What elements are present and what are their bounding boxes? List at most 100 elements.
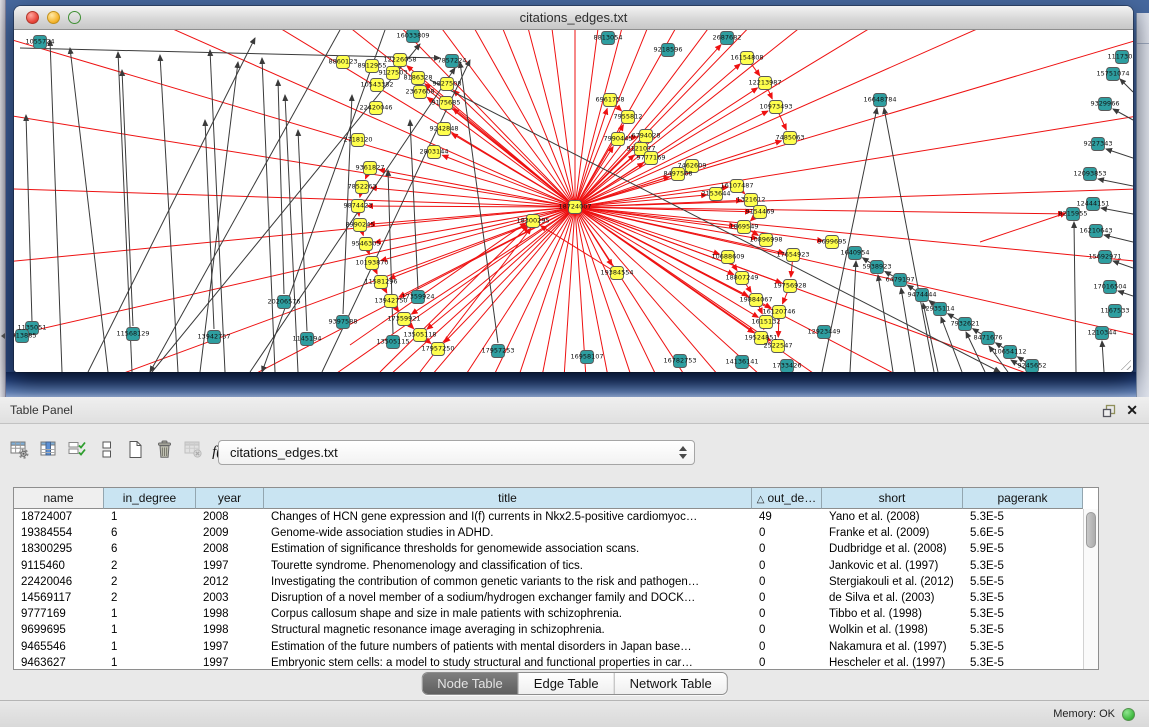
cell-pagerank: 5.3E-5 (963, 590, 1083, 606)
graph-node-label: 1135051 (18, 324, 47, 332)
graph-edge (70, 48, 108, 372)
row-height-button[interactable] (95, 441, 118, 464)
network-window[interactable]: citations_edges.txt 10557241603380978572… (14, 6, 1133, 372)
window-titlebar[interactable]: citations_edges.txt (14, 6, 1133, 30)
graph-node-label: 9242848 (430, 125, 459, 133)
cell-out_degree: 49 (752, 509, 822, 525)
cell-short: Tibbo et al. (1998) (822, 606, 963, 622)
citation-network-graph[interactable]: 1055724160338097857224881305492185962687… (14, 30, 1133, 372)
table-row[interactable]: 969969511998Structural magnetic resonanc… (14, 622, 1098, 638)
graph-node-label: 17016504 (1093, 283, 1126, 291)
import-table-button[interactable] (182, 441, 205, 464)
graph-node-label: 8813054 (594, 34, 623, 42)
graph-node-label: 16648784 (863, 96, 896, 104)
graph-node-label: 12093853 (1073, 170, 1106, 178)
network-table-selector[interactable]: citations_edges.txt (218, 440, 695, 465)
graph-node-label: 19756928 (773, 282, 806, 290)
table-panel-title: Table Panel (10, 397, 73, 424)
graph-node-label: 9777169 (637, 154, 666, 162)
column-header-year[interactable]: year (196, 488, 264, 509)
graph-node-label: 2153644 (702, 190, 731, 198)
vertical-scrollbar[interactable] (1083, 509, 1098, 669)
graph-node-label: 6961758 (596, 96, 625, 104)
table-row[interactable]: 1830029562008Estimation of significance … (14, 541, 1098, 557)
delete-column-button[interactable] (153, 441, 176, 464)
tab-network-table[interactable]: Network Table (615, 673, 727, 694)
graph-edge (160, 55, 178, 372)
memory-indicator-icon[interactable] (1122, 708, 1135, 721)
network-view[interactable]: 1055724160338097857224881305492185962687… (14, 30, 1133, 372)
graph-node-label: 9227343 (1084, 140, 1113, 148)
table-row[interactable]: 2242004622012Investigating the contribut… (14, 574, 1098, 590)
cell-in_degree: 1 (104, 606, 196, 622)
graph-node-label: 1145194 (293, 335, 322, 343)
cell-short: Hescheler et al. (1997) (822, 655, 963, 671)
cell-name: 14569117 (14, 590, 104, 606)
graph-edge (50, 40, 62, 372)
graph-edge (1102, 341, 1104, 372)
cell-pagerank: 5.6E-5 (963, 525, 1083, 541)
table-header-row: name in_degree yeartitle△out_de…shortpager… (14, 488, 1098, 509)
graph-edge (1120, 79, 1133, 92)
graph-node-label: 13942757 (197, 333, 230, 341)
new-file-icon (126, 440, 145, 464)
graph-edge (575, 30, 1048, 207)
scrollbar-thumb[interactable] (1086, 512, 1096, 548)
graph-edge (118, 52, 132, 372)
cell-year: 2008 (196, 541, 264, 557)
column-header-short[interactable]: short (822, 488, 963, 509)
column-header-in_degree[interactable]: in_degree (104, 488, 196, 509)
graph-node-label: 8990245 (346, 221, 375, 229)
graph-edge (150, 30, 340, 372)
table-row[interactable]: 1872400712008Changes of HCN gene express… (14, 509, 1098, 525)
column-label: in_degree (123, 491, 176, 505)
graph-node-label: 20206576 (267, 298, 300, 306)
column-header-name[interactable]: name (14, 488, 104, 509)
close-panel-button[interactable]: ✕ (1126, 401, 1138, 419)
graph-node-label: 8497568 (664, 170, 693, 178)
graph-node-label: 3913885 (14, 332, 36, 340)
graph-node-label: 10973493 (759, 103, 792, 111)
cell-in_degree: 1 (104, 622, 196, 638)
cell-pagerank: 5.3E-5 (963, 622, 1083, 638)
graph-edge (43, 30, 575, 207)
tab-edge-table[interactable]: Edge Table (519, 673, 615, 694)
table-row[interactable]: 1456911722003Disruption of a novel membe… (14, 590, 1098, 606)
cell-short: Yano et al. (2008) (822, 509, 963, 525)
table-column-icon (39, 440, 58, 464)
table-row[interactable]: 911546021997Tourette syndrome. Phenomeno… (14, 558, 1098, 574)
cell-title: Estimation of the future numbers of pati… (264, 639, 752, 655)
new-column-button[interactable] (124, 441, 147, 464)
column-header-title[interactable]: title (264, 488, 752, 509)
column-header-out_degree[interactable]: △out_de… (752, 488, 822, 509)
table-row[interactable]: 1938455462009Genome-wide association stu… (14, 525, 1098, 541)
float-panel-button[interactable] (1102, 404, 1116, 418)
select-rows-button[interactable] (66, 441, 89, 464)
graph-edge (575, 207, 734, 274)
column-header-pagerank[interactable]: pagerank (963, 488, 1083, 509)
cell-short: Franke et al. (2009) (822, 525, 963, 541)
cell-out_degree: 0 (752, 606, 822, 622)
cell-short: Dudbridge et al. (2008) (822, 541, 963, 557)
show-columns-button[interactable] (37, 441, 60, 464)
left-panel-collapse-strip[interactable] (0, 0, 6, 397)
cytoscape-screen: citations_edges.txt 10557241603380978572… (0, 0, 1149, 727)
graph-node-label: 9218596 (654, 46, 683, 54)
graph-edge (200, 62, 238, 372)
graph-node-label: 9874423 (344, 202, 373, 210)
graph-node-label: 11568129 (116, 330, 149, 338)
table-row[interactable]: 977716911998Corpus callosum shape and si… (14, 606, 1098, 622)
table-row[interactable]: 946554611997Estimation of the future num… (14, 639, 1098, 655)
cell-pagerank: 5.5E-5 (963, 574, 1083, 590)
table-row[interactable]: 946362711997Embryonic stem cells: a mode… (14, 655, 1098, 671)
graph-edge (14, 30, 575, 207)
table-type-tabs: Node TableEdge TableNetwork Table (421, 672, 728, 695)
right-panel-collapse-strip[interactable] (1136, 13, 1149, 397)
combo-stepper-icon (679, 446, 687, 459)
graph-edge (1101, 208, 1133, 214)
graph-node-label: 6794028 (632, 132, 661, 140)
graph-node-label: 17359921 (387, 315, 420, 323)
tab-node-table[interactable]: Node Table (422, 673, 519, 694)
table-settings-button[interactable] (8, 441, 31, 464)
cell-name: 18300295 (14, 541, 104, 557)
